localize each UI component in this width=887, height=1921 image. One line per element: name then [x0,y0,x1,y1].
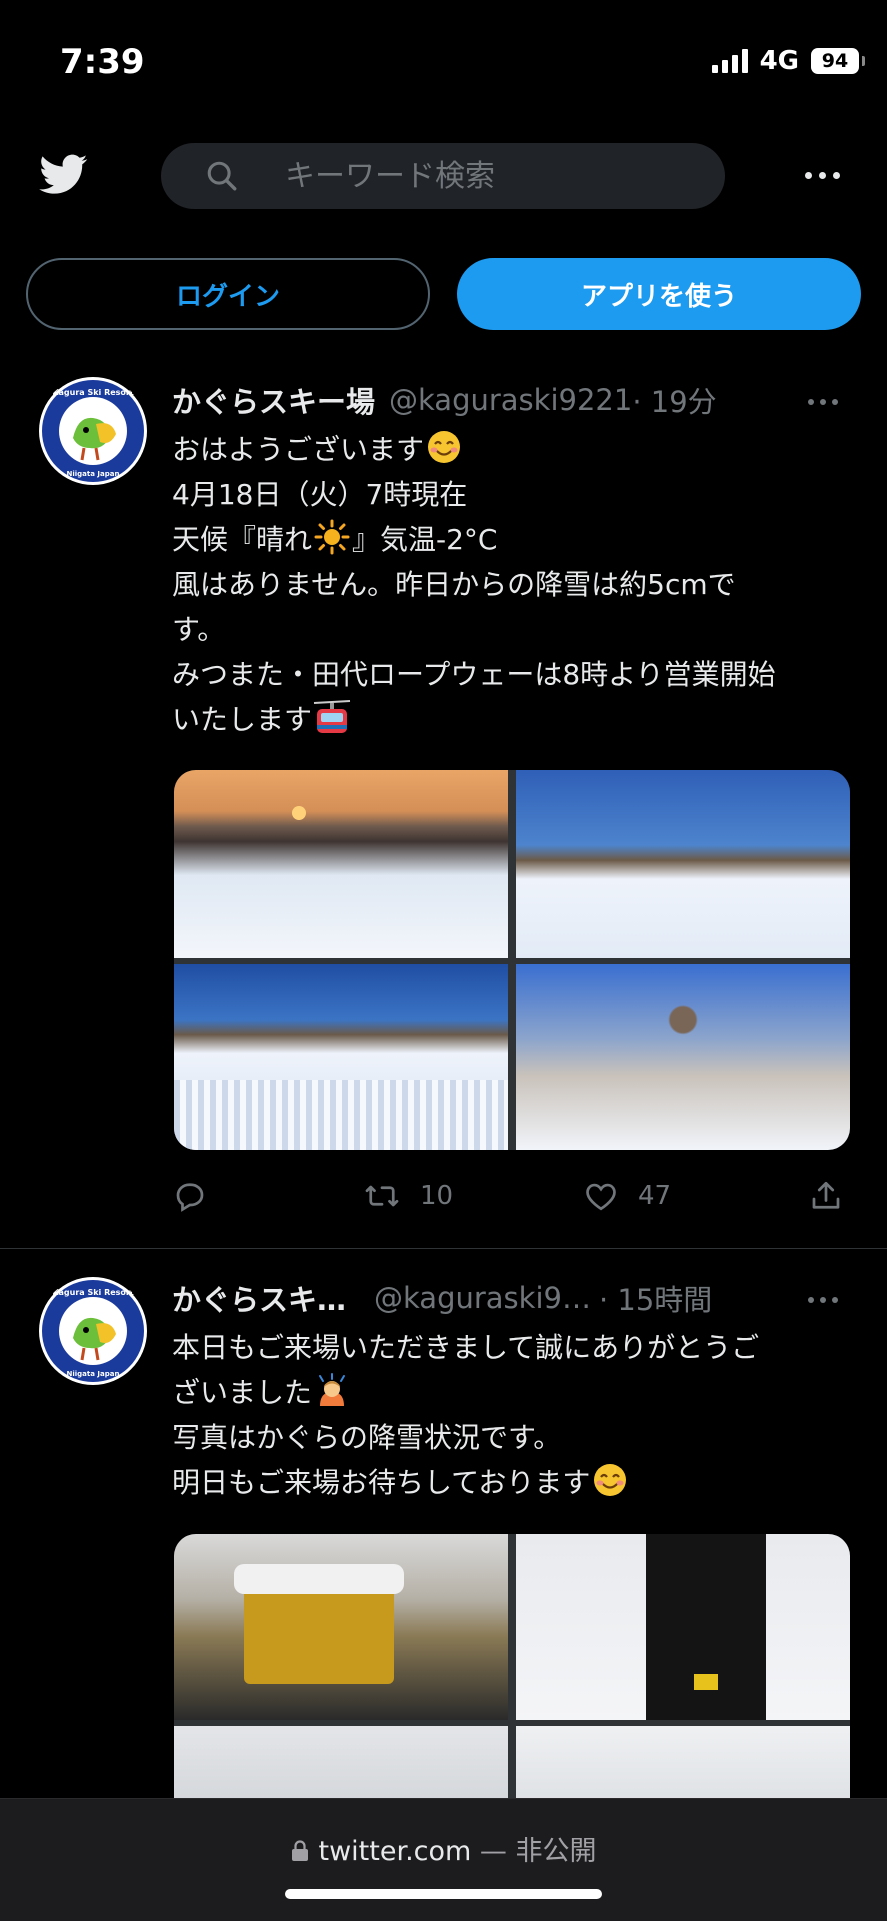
tweet-header: かぐらスキ… @kaguraski9… · 15時間 [172,1278,712,1318]
smiling-face-emoji-icon [594,1464,627,1496]
tweet-line: みつまた・田代ロープウェーは8時より営業開始 [172,658,776,691]
aerial-tramway-emoji-icon [313,700,351,733]
url-display: twitter.com — 非公開 [0,1829,887,1868]
tweet-line: す。 [172,613,226,646]
like-button[interactable]: 47 [582,1178,671,1214]
tweet-line: 明日もご来場お待ちしております [172,1466,591,1499]
use-app-label: アプリを使う [580,281,737,312]
avatar-text-top: Kagura Ski Resort [52,388,134,397]
home-indicator[interactable] [285,1889,602,1899]
twitter-bird-icon[interactable] [36,150,92,198]
tweet-divider [0,1248,887,1249]
url-privacy-status: — 非公開 [471,1836,597,1867]
photo-snow-depth[interactable] [516,1534,850,1720]
search-icon [207,161,237,191]
smiling-face-emoji-icon [428,431,461,463]
tweet-line: 4月18日（火）7時現在 [172,478,468,511]
tweet-timestamp[interactable]: · 19分 [632,379,716,421]
tweet-author-handle[interactable]: @kaguraski9221 [389,383,632,417]
share-icon [812,1181,840,1209]
reply-icon [176,1183,204,1212]
photo-snowcat[interactable] [174,1534,508,1720]
lock-icon [291,1840,308,1861]
tweet-photo-grid[interactable] [174,770,850,1150]
reply-button[interactable] [172,1178,208,1214]
search-input[interactable] [285,143,705,209]
tweet-more-icon[interactable] [808,392,848,412]
search-bar[interactable] [161,143,725,209]
tweet-timestamp[interactable]: · 15時間 [599,1277,712,1319]
tweet-line: いたします [172,703,313,736]
browser-url-bar[interactable]: twitter.com — 非公開 [0,1798,887,1921]
avatar-text-bottom: Niigata Japan [67,1370,120,1378]
retweet-icon [365,1185,399,1207]
tweet-line: ざいました [172,1376,313,1409]
url-domain: twitter.com [318,1836,472,1867]
sun-emoji-icon [314,519,350,555]
network-type: 4G [759,46,799,76]
avatar-text-bottom: Niigata Japan [67,470,120,478]
tweet-line: 本日もご来場いただきまして誠にありがとうご [172,1331,760,1364]
tweet-line: おはようございます [172,433,425,466]
like-count: 47 [638,1181,672,1211]
status-time: 7:39 [60,42,145,82]
tweet-line: 風はありません。昨日からの降雪は約5cmで [172,568,736,601]
tweet-header: かぐらスキー場 @kaguraski9221 · 19分 [172,380,717,420]
photo-ski-course[interactable] [516,770,850,958]
login-button[interactable]: ログイン [26,258,430,330]
heart-icon [586,1183,616,1211]
retweet-count: 10 [420,1181,454,1211]
photo-groomed-slope[interactable] [174,964,508,1150]
tweet-line: 天候『晴れ [172,523,313,556]
signal-icon [711,49,748,73]
tweet-line: 写真はかぐらの降雪状況です。 [172,1421,562,1454]
tweet-more-icon[interactable] [808,1290,848,1310]
share-button[interactable] [808,1178,844,1214]
tweet-author-name[interactable]: かぐらスキー場 [172,379,375,421]
kagura-logo-avatar[interactable]: Kagura Ski Resort Niigata Japan [38,376,148,486]
photo-sunrise-slope[interactable] [174,770,508,958]
status-indicators: 4G 94 [711,46,865,76]
tweet-line: 』気温-2°C [352,523,498,556]
use-app-button[interactable]: アプリを使う [457,258,861,330]
person-bowing-emoji-icon [319,1373,346,1406]
retweet-button[interactable]: 10 [362,1178,453,1214]
kagura-logo-avatar[interactable]: Kagura Ski Resort Niigata Japan [38,1276,148,1386]
tweet-author-handle[interactable]: @kaguraski9… [374,1281,591,1315]
tweet-actions: 10 47 [172,1178,852,1222]
tweet-author-name[interactable]: かぐらスキ… [172,1277,346,1319]
login-label: ログイン [175,281,280,312]
tweet-text: 本日もご来場いただきまして誠にありがとうご ざいました 写真はかぐらの降雪状況で… [172,1325,852,1505]
tweet-text: おはようございます 4月18日（火）7時現在 天候『晴れ 』気温-2°C 風はあり… [172,427,852,742]
more-options-icon[interactable] [800,160,844,190]
battery-icon: 94 [811,48,865,74]
photo-snowy-trees[interactable] [516,964,850,1150]
avatar-text-top: Kagura Ski Resort [52,1288,134,1297]
